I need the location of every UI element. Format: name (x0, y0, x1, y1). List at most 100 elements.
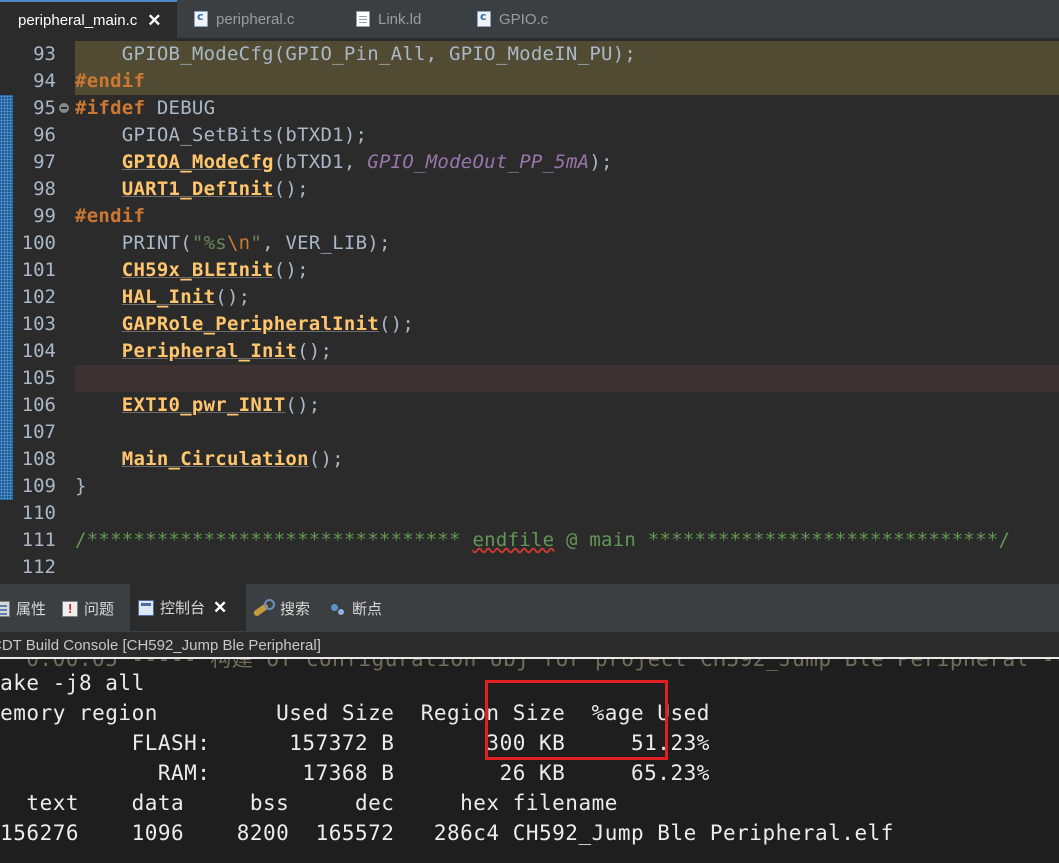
code-text[interactable] (75, 554, 1059, 581)
code-text[interactable]: Peripheral_Init(); (75, 338, 1059, 365)
line-number: 96 (33, 124, 56, 146)
fold-toggle-icon[interactable] (59, 103, 69, 113)
code-text[interactable]: GPIOB_ModeCfg(GPIO_Pin_All, GPIO_ModeIN_… (75, 41, 1059, 68)
line-number: 111 (21, 529, 56, 551)
code-text[interactable]: #endif (75, 203, 1059, 230)
problems-icon (62, 600, 78, 617)
code-text[interactable]: } (75, 473, 1059, 500)
console-line: text data bss dec hex filename (0, 791, 618, 815)
current-line[interactable] (75, 365, 1059, 392)
change-marker (0, 176, 13, 203)
tab-gpio-c[interactable]: GPIO.c (477, 0, 577, 38)
code-line[interactable]: 109 } (0, 473, 1059, 500)
tab-peripheral-main-c[interactable]: peripheral_main.c ✕ (0, 0, 177, 38)
code-line[interactable]: 102 HAL_Init(); (0, 284, 1059, 311)
code-text[interactable]: GAPRole_PeripheralInit(); (75, 311, 1059, 338)
tab-label: Link.ld (378, 10, 422, 28)
line-number: 101 (21, 259, 56, 281)
code-editor[interactable]: 93 GPIOB_ModeCfg(GPIO_Pin_All, GPIO_Mode… (0, 38, 1059, 583)
code-line[interactable]: 104 Peripheral_Init(); (0, 338, 1059, 365)
line-number: 110 (21, 502, 56, 524)
code-line[interactable]: 105 (0, 365, 1059, 392)
console-icon (138, 599, 154, 616)
change-marker (0, 446, 13, 473)
code-text[interactable] (75, 419, 1059, 446)
code-line[interactable]: 97 GPIOA_ModeCfg(bTXD1, GPIO_ModeOut_PP_… (0, 149, 1059, 176)
c-file-icon (194, 10, 208, 27)
code-line[interactable]: 96 GPIOA_SetBits(bTXD1); (0, 122, 1059, 149)
tab-console[interactable]: 控制台 ✕ (130, 584, 246, 631)
code-text[interactable]: GPIOA_SetBits(bTXD1); (75, 122, 1059, 149)
console-line: RAM: 17368 B 26 KB 65.23% (0, 761, 710, 785)
code-line[interactable]: 95 #ifdef DEBUG (0, 95, 1059, 122)
c-file-icon (477, 10, 491, 27)
close-icon[interactable]: ✕ (213, 599, 227, 616)
code-line[interactable]: 107 (0, 419, 1059, 446)
tab-label: GPIO.c (499, 10, 549, 28)
code-line[interactable]: 103 GAPRole_PeripheralInit(); (0, 311, 1059, 338)
code-line[interactable]: 99 #endif (0, 203, 1059, 230)
code-text[interactable]: UART1_DefInit(); (75, 176, 1059, 203)
line-number: 99 (33, 205, 56, 227)
line-number: 98 (33, 178, 56, 200)
line-number: 108 (21, 448, 56, 470)
tab-problems[interactable]: 问题 (62, 584, 114, 633)
console-line-partial: 0:00:05 ----- 构建 of configuration obj fo… (0, 657, 1059, 671)
code-text[interactable]: EXTI0_pwr_INIT(); (75, 392, 1059, 419)
line-number: 93 (33, 43, 56, 65)
tab-label: peripheral_main.c (18, 11, 138, 29)
change-marker (0, 392, 13, 419)
code-line[interactable]: 106 EXTI0_pwr_INIT(); (0, 392, 1059, 419)
code-line[interactable]: 111 /******************************** en… (0, 527, 1059, 554)
code-line[interactable]: 108 Main_Circulation(); (0, 446, 1059, 473)
line-number: 104 (21, 340, 56, 362)
line-number: 97 (33, 151, 56, 173)
line-number: 103 (21, 313, 56, 335)
code-line[interactable]: 101 CH59x_BLEInit(); (0, 257, 1059, 284)
change-marker (0, 365, 13, 392)
console-line: 156276 1096 8200 165572 286c4 CH592_Jump… (0, 821, 894, 845)
code-line[interactable]: 100 PRINT("%s\n", VER_LIB); (0, 230, 1059, 257)
code-line[interactable]: 98 UART1_DefInit(); (0, 176, 1059, 203)
breakpoints-icon (330, 601, 346, 617)
build-console-output[interactable]: 0:00:05 ----- 构建 of configuration obj fo… (0, 657, 1059, 863)
tab-peripheral-c[interactable]: peripheral.c (194, 0, 334, 38)
line-number: 112 (21, 556, 56, 578)
properties-icon (0, 600, 10, 617)
line-number: 94 (33, 70, 56, 92)
code-text[interactable]: PRINT("%s\n", VER_LIB); (75, 230, 1059, 257)
change-marker (0, 203, 13, 230)
code-text[interactable]: HAL_Init(); (75, 284, 1059, 311)
code-text[interactable]: Main_Circulation(); (75, 446, 1059, 473)
code-line[interactable]: 93 GPIOB_ModeCfg(GPIO_Pin_All, GPIO_Mode… (0, 41, 1059, 68)
change-marker (0, 122, 13, 149)
tab-label: peripheral.c (216, 10, 295, 28)
change-marker (0, 311, 13, 338)
code-text[interactable]: #endif (75, 68, 1059, 95)
line-number: 107 (21, 421, 56, 443)
panel-tab-bar: 属性 问题 控制台 ✕ 搜索 断点 (0, 583, 1059, 633)
change-marker (0, 149, 13, 176)
tab-properties[interactable]: 属性 (0, 584, 46, 633)
tab-breakpoints[interactable]: 断点 (330, 584, 382, 633)
code-text[interactable]: CH59x_BLEInit(); (75, 257, 1059, 284)
console-line: make -j8 all (0, 671, 145, 695)
line-number: 102 (21, 286, 56, 308)
line-number: 106 (21, 394, 56, 416)
code-line[interactable]: 112 (0, 554, 1059, 581)
change-marker (0, 230, 13, 257)
code-text[interactable]: /******************************** endfil… (75, 527, 1059, 554)
line-number: 100 (21, 232, 56, 254)
tab-link-ld[interactable]: Link.ld (356, 0, 466, 38)
code-line[interactable]: 110 (0, 500, 1059, 527)
code-text[interactable]: #ifdef DEBUG (75, 95, 1059, 122)
code-text[interactable] (75, 500, 1059, 527)
code-line[interactable]: 94 #endif (0, 68, 1059, 95)
change-marker (0, 257, 13, 284)
code-text[interactable]: GPIOA_ModeCfg(bTXD1, GPIO_ModeOut_PP_5mA… (75, 149, 1059, 176)
tab-search[interactable]: 搜索 (252, 584, 310, 633)
line-number: 105 (21, 367, 56, 389)
change-marker (0, 95, 13, 122)
change-marker (0, 338, 13, 365)
close-icon[interactable]: ✕ (147, 12, 161, 29)
